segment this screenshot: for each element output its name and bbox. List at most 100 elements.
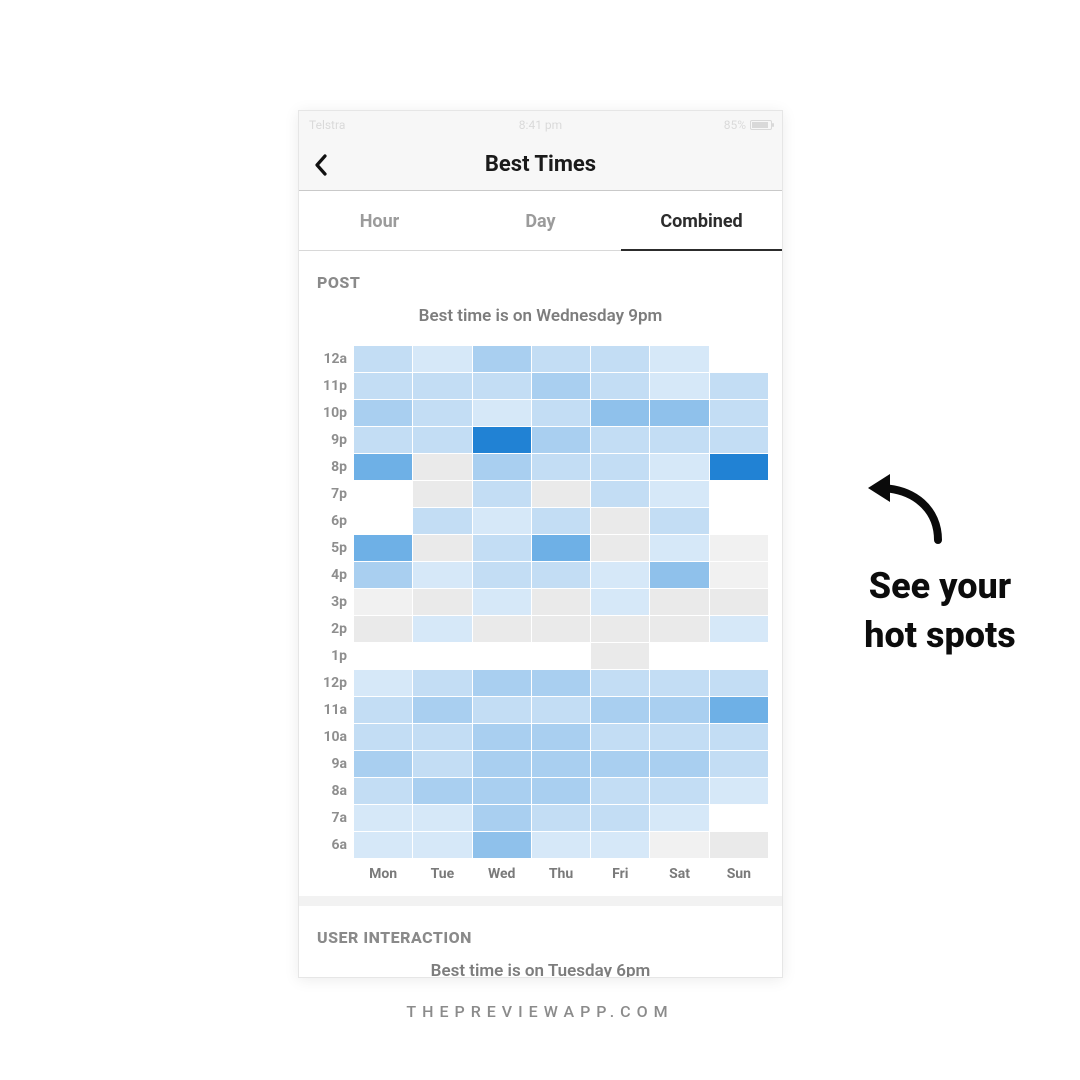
heatmap-cell <box>413 400 471 426</box>
heatmap-cell <box>354 697 412 723</box>
heatmap-cell <box>650 562 708 588</box>
heatmap-ylabel: 9a <box>309 751 353 777</box>
heatmap-cell <box>591 346 649 372</box>
heatmap-ylabel: 12p <box>309 670 353 696</box>
heatmap-cell <box>354 643 412 669</box>
tab-hour[interactable]: Hour <box>299 191 460 250</box>
heatmap-cell <box>650 670 708 696</box>
heatmap-cell <box>413 724 471 750</box>
heatmap-cell <box>413 670 471 696</box>
interaction-section: USER INTERACTION Best time is on Tuesday… <box>299 906 782 978</box>
heatmap-cell <box>650 454 708 480</box>
heatmap-cell <box>413 697 471 723</box>
heatmap-cell <box>650 346 708 372</box>
interaction-section-subtitle: Best time is on Tuesday 6pm <box>299 953 782 978</box>
heatmap-cell <box>354 778 412 804</box>
heatmap-cell <box>473 400 531 426</box>
heatmap-cell <box>650 508 708 534</box>
heatmap-cell <box>354 427 412 453</box>
heatmap-cell <box>473 373 531 399</box>
heatmap-cell <box>650 427 708 453</box>
heatmap-cell <box>354 805 412 831</box>
heatmap-cell <box>413 805 471 831</box>
heatmap-cell <box>532 589 590 615</box>
heatmap-ylabel: 10a <box>309 724 353 750</box>
heatmap-cell <box>650 832 708 858</box>
heatmap-cell <box>413 535 471 561</box>
heatmap-cell <box>532 805 590 831</box>
heatmap-cell <box>591 805 649 831</box>
heatmap-cell <box>532 400 590 426</box>
heatmap-ylabel: 2p <box>309 616 353 642</box>
nav-bar: Best Times <box>299 139 782 191</box>
heatmap-cell <box>413 832 471 858</box>
heatmap-cell <box>650 724 708 750</box>
heatmap-cell <box>413 643 471 669</box>
heatmap-cell <box>413 373 471 399</box>
heatmap-cell <box>354 589 412 615</box>
heatmap-cell <box>650 751 708 777</box>
heatmap-cell <box>473 562 531 588</box>
heatmap-cell <box>591 508 649 534</box>
heatmap-cell <box>710 346 768 372</box>
heatmap-cell <box>591 643 649 669</box>
heatmap-cell <box>591 400 649 426</box>
heatmap-ylabel: 7p <box>309 481 353 507</box>
heatmap-cell <box>710 454 768 480</box>
heatmap-cell <box>591 562 649 588</box>
heatmap-cell <box>354 562 412 588</box>
heatmap-cell <box>532 535 590 561</box>
phone-frame: Telstra 8:41 pm 85% Best Times Hour Day … <box>298 110 783 978</box>
heatmap-cell <box>473 670 531 696</box>
back-button[interactable] <box>313 139 329 190</box>
heatmap-cell <box>473 427 531 453</box>
tab-day[interactable]: Day <box>460 191 621 250</box>
heatmap-cell <box>710 778 768 804</box>
arrow-icon <box>860 470 950 548</box>
heatmap-cell <box>473 589 531 615</box>
heatmap: 12a11p10p9p8p7p6p5p4p3p2p1p12p11a10a9a8a… <box>299 346 782 882</box>
heatmap-cell <box>413 346 471 372</box>
heatmap-cell <box>710 724 768 750</box>
heatmap-cell <box>413 454 471 480</box>
heatmap-cell <box>591 373 649 399</box>
heatmap-cell <box>354 373 412 399</box>
heatmap-ylabel: 6a <box>309 832 353 858</box>
heatmap-cell <box>650 643 708 669</box>
heatmap-xlabel: Tue <box>413 858 471 882</box>
tab-combined[interactable]: Combined <box>621 191 782 250</box>
heatmap-ylabel: 8p <box>309 454 353 480</box>
heatmap-cell <box>354 535 412 561</box>
heatmap-cell <box>532 508 590 534</box>
heatmap-cell <box>473 805 531 831</box>
heatmap-cell <box>354 670 412 696</box>
heatmap-cell <box>473 778 531 804</box>
post-section-subtitle: Best time is on Wednesday 9pm <box>299 298 782 346</box>
heatmap-cell <box>532 427 590 453</box>
heatmap-cell <box>710 373 768 399</box>
heatmap-ylabel: 7a <box>309 805 353 831</box>
heatmap-cell <box>473 535 531 561</box>
heatmap-cell <box>354 508 412 534</box>
heatmap-cell <box>591 481 649 507</box>
heatmap-cell <box>591 535 649 561</box>
heatmap-cell <box>413 481 471 507</box>
heatmap-cell <box>710 832 768 858</box>
heatmap-cell <box>650 589 708 615</box>
heatmap-cell <box>354 616 412 642</box>
heatmap-cell <box>354 454 412 480</box>
annotation: See your hot spots <box>810 470 1070 659</box>
heatmap-cell <box>354 832 412 858</box>
heatmap-cell <box>591 832 649 858</box>
post-section: POST Best time is on Wednesday 9pm 12a11… <box>299 251 782 896</box>
heatmap-cell <box>710 427 768 453</box>
heatmap-cell <box>473 832 531 858</box>
heatmap-cell <box>532 670 590 696</box>
heatmap-cell <box>473 508 531 534</box>
annotation-text: See your hot spots <box>810 562 1070 659</box>
heatmap-cell <box>710 481 768 507</box>
heatmap-cell <box>591 778 649 804</box>
heatmap-xlabel: Thu <box>532 858 590 882</box>
heatmap-ylabel: 4p <box>309 562 353 588</box>
heatmap-cell <box>710 616 768 642</box>
